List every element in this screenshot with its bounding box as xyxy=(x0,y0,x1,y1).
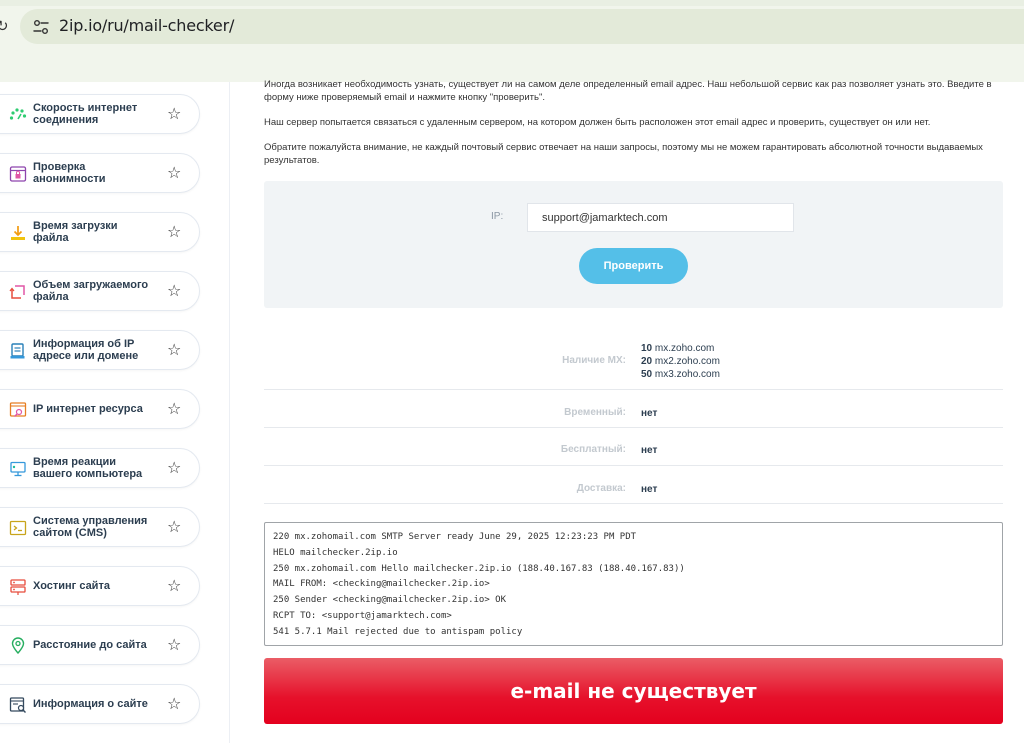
sidebar-item-internet-speed[interactable]: Скорость интернет соединения ☆ xyxy=(0,94,200,134)
speedometer-icon xyxy=(9,108,27,120)
temporary-label: Временный: xyxy=(564,407,626,418)
sidebar-item-distance[interactable]: Расстояние до сайта ☆ xyxy=(0,625,200,665)
mx-records-list: 10 mx.zoho.com 20 mx2.zoho.com 50 mx3.zo… xyxy=(641,342,720,381)
sidebar-item-label: Скорость интернет соединения xyxy=(33,102,138,126)
sidebar-item-label: Время реакции вашего компьютера xyxy=(33,456,143,480)
mx-result-row: Наличие MX: 10 mx.zoho.com 20 mx2.zoho.c… xyxy=(264,322,1003,390)
intro-text: Иногда возникает необходимость узнать, с… xyxy=(264,79,992,103)
check-button[interactable]: Проверить xyxy=(579,248,688,284)
smtp-log-line: MAIL FROM: <checking@mailchecker.2ip.io> xyxy=(273,579,490,590)
smtp-log-line: RCPT TO: <support@jamarktech.com> xyxy=(273,610,452,621)
sidebar-item-reaction-time[interactable]: Время реакции вашего компьютера ☆ xyxy=(0,448,200,488)
smtp-log[interactable]: 220 mx.zohomail.com SMTP Server ready Ju… xyxy=(264,522,1003,646)
delivery-result-row: Доставка: нет xyxy=(264,466,1003,504)
location-pin-icon xyxy=(11,637,25,655)
sidebar-item-label: Проверка анонимности xyxy=(33,161,106,185)
download-icon xyxy=(11,226,25,240)
sidebar-item-label: Хостинг сайта xyxy=(33,580,110,592)
smtp-log-line: 250 mx.zohomail.com Hello mailchecker.2i… xyxy=(273,563,685,574)
smtp-log-line: 220 mx.zohomail.com SMTP Server ready Ju… xyxy=(273,532,637,542)
sidebar-item-download-time[interactable]: Время загрузки файла ☆ xyxy=(0,212,200,252)
favorite-star-icon[interactable]: ☆ xyxy=(167,458,181,478)
ip-info-icon xyxy=(10,343,25,359)
sidebar-item-label: Информация о сайте xyxy=(33,698,148,710)
browser-tab-strip-edge xyxy=(0,0,1024,6)
favorite-star-icon[interactable]: ☆ xyxy=(167,694,181,714)
mx-label: Наличие MX: xyxy=(562,355,626,366)
site-settings-icon[interactable] xyxy=(32,18,50,36)
smtp-log-line: HELO mailchecker.2ip.io xyxy=(273,547,398,558)
browser-toolbar: ↻ 2ip.io/ru/mail-checker/ xyxy=(0,0,1024,82)
temporary-value: нет xyxy=(641,408,658,419)
email-field-label: IP: xyxy=(491,211,504,222)
sidebar-item-cms[interactable]: Система управления сайтом (CMS) ☆ xyxy=(0,507,200,547)
delivery-value: нет xyxy=(641,484,658,495)
anonymity-lock-icon xyxy=(9,166,27,182)
free-value: нет xyxy=(641,445,658,456)
delivery-label: Доставка: xyxy=(576,483,626,494)
smtp-log-line: 250 Sender <checking@mailchecker.2ip.io>… xyxy=(273,595,506,606)
mail-checker-content: Иногда возникает необходимость узнать, с… xyxy=(264,79,1004,743)
url-text[interactable]: 2ip.io/ru/mail-checker/ xyxy=(59,16,234,35)
sidebar-item-site-info[interactable]: Информация о сайте ☆ xyxy=(0,684,200,724)
sidebar-item-label: Расстояние до сайта xyxy=(33,639,147,651)
reaction-time-icon xyxy=(10,461,26,477)
sidebar-item-label: Объем загружаемого файла xyxy=(33,279,149,303)
reload-icon[interactable]: ↻ xyxy=(0,16,10,36)
favorite-star-icon[interactable]: ☆ xyxy=(167,635,181,655)
verdict-banner: e-mail не существует xyxy=(264,658,1003,724)
file-size-icon xyxy=(9,285,25,299)
hosting-icon xyxy=(10,579,26,595)
cms-icon xyxy=(9,520,27,536)
smtp-log-line: 541 5.7.1 Mail rejected due to antispam … xyxy=(273,626,523,637)
resource-ip-icon xyxy=(9,402,27,417)
email-input[interactable] xyxy=(527,203,794,232)
accuracy-warning-text: Обратите пожалуйста внимание, не каждый … xyxy=(264,142,983,166)
sidebar-item-hosting[interactable]: Хостинг сайта ☆ xyxy=(0,566,200,606)
sidebar-item-resource-ip[interactable]: IP интернет ресурса ☆ xyxy=(0,389,200,429)
free-label: Бесплатный: xyxy=(560,444,626,455)
mx-record: 10 mx.zoho.com xyxy=(641,343,715,354)
sidebar-item-label: Информация об IP адресе или домене xyxy=(33,338,139,362)
sidebar-item-anonymity[interactable]: Проверка анонимности ☆ xyxy=(0,153,200,193)
server-note-text: Наш сервер попытается связаться с удален… xyxy=(264,117,931,128)
favorite-star-icon[interactable]: ☆ xyxy=(167,340,181,360)
site-info-icon xyxy=(9,697,26,713)
favorite-star-icon[interactable]: ☆ xyxy=(167,517,181,537)
address-bar[interactable]: 2ip.io/ru/mail-checker/ xyxy=(20,9,1024,44)
favorite-star-icon[interactable]: ☆ xyxy=(167,399,181,419)
favorite-star-icon[interactable]: ☆ xyxy=(167,163,181,183)
free-result-row: Бесплатный: нет xyxy=(264,428,1003,466)
sidebar-item-label: Время загрузки файла xyxy=(33,220,118,244)
tools-sidebar: Скорость интернет соединения ☆ Проверка … xyxy=(0,82,230,743)
sidebar-item-label: Система управления сайтом (CMS) xyxy=(33,515,148,539)
email-check-form: IP: Проверить xyxy=(264,181,1003,308)
favorite-star-icon[interactable]: ☆ xyxy=(167,576,181,596)
sidebar-item-label: IP интернет ресурса xyxy=(33,403,143,415)
favorite-star-icon[interactable]: ☆ xyxy=(167,104,181,124)
mx-record: 20 mx2.zoho.com xyxy=(641,356,720,367)
sidebar-item-ip-info[interactable]: Информация об IP адресе или домене ☆ xyxy=(0,330,200,370)
favorite-star-icon[interactable]: ☆ xyxy=(167,222,181,242)
mx-record: 50 mx3.zoho.com xyxy=(641,369,720,380)
favorite-star-icon[interactable]: ☆ xyxy=(167,281,181,301)
sidebar-item-file-size[interactable]: Объем загружаемого файла ☆ xyxy=(0,271,200,311)
temporary-result-row: Временный: нет xyxy=(264,390,1003,428)
